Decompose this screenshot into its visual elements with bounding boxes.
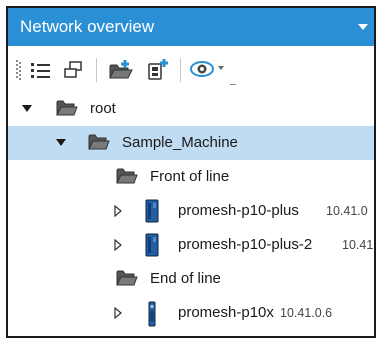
- add-folder-icon[interactable]: [108, 58, 134, 80]
- device-name: promesh-p10-plus-2: [178, 236, 313, 253]
- switch-device-icon: [145, 233, 159, 257]
- panel-menu-dropdown-icon[interactable]: [358, 24, 368, 30]
- switch-device-icon: [145, 199, 159, 223]
- toolbar: [8, 46, 374, 92]
- tree-item-device[interactable]: promesh-p10-plus 10.41.0: [8, 194, 374, 228]
- folder-icon: [116, 168, 138, 184]
- toolbar-separator: [180, 58, 181, 82]
- tree-item-root[interactable]: root: [8, 92, 374, 126]
- panel-title: Network overview: [20, 17, 155, 36]
- group-icon[interactable]: [62, 60, 84, 80]
- tree-item-device[interactable]: promesh-p10-plus-2 10.41: [8, 228, 374, 262]
- view-options-dropdown-icon[interactable]: [218, 66, 226, 72]
- tree-item-front-of-line[interactable]: Front of line: [8, 160, 374, 194]
- folder-icon: [88, 134, 110, 150]
- folder-icon: [56, 100, 78, 116]
- device-ip: 10.41.0: [326, 204, 368, 218]
- device-name: promesh-p10-plus: [178, 202, 299, 219]
- collapse-arrow-icon[interactable]: [56, 139, 66, 146]
- toolbar-separator: [96, 58, 97, 82]
- device-ip: 10.41: [342, 238, 374, 252]
- network-overview-panel: Network overview root Sample_Machine Fro…: [6, 6, 376, 338]
- network-tree: root Sample_Machine Front of line promes…: [8, 92, 374, 336]
- device-name: promesh-p10x: [178, 304, 274, 321]
- tree-item-label: Sample_Machine: [122, 134, 238, 151]
- tree-item-label: Front of line: [150, 168, 230, 185]
- switch-device-icon: [148, 301, 156, 327]
- expand-arrow-icon[interactable]: [114, 239, 123, 251]
- expand-arrow-icon[interactable]: [114, 307, 123, 319]
- tree-item-end-of-line[interactable]: End of line: [8, 262, 374, 296]
- add-device-icon[interactable]: [146, 58, 170, 80]
- panel-header: Network overview: [8, 8, 374, 46]
- tree-item-label: root: [90, 100, 116, 117]
- tree-item-device[interactable]: promesh-p10x 10.41.0.6: [8, 296, 374, 330]
- toolbar-overflow-icon[interactable]: [230, 84, 236, 85]
- toolbar-grip-icon[interactable]: [16, 60, 22, 80]
- expand-arrow-icon[interactable]: [114, 205, 123, 217]
- collapse-arrow-icon[interactable]: [22, 105, 32, 112]
- tree-item-sample-machine[interactable]: Sample_Machine: [8, 126, 374, 160]
- view-options-icon[interactable]: [190, 60, 216, 78]
- tree-item-label: End of line: [150, 270, 221, 287]
- list-view-icon[interactable]: [30, 60, 52, 80]
- folder-icon: [116, 270, 138, 286]
- device-ip: 10.41.0.6: [280, 306, 333, 320]
